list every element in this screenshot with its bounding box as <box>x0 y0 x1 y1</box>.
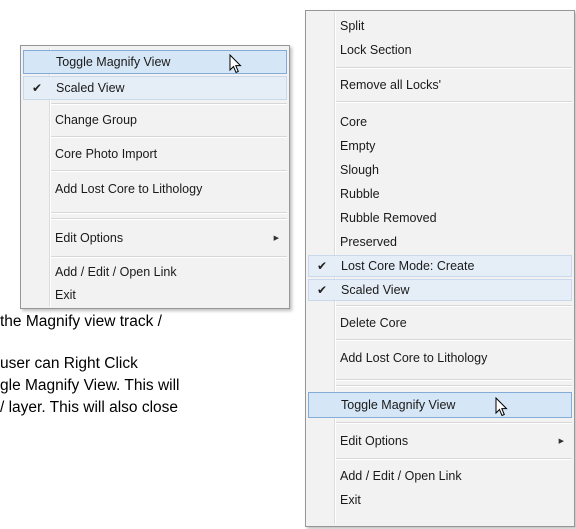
menu-item-label: Add / Edit / Open Link <box>340 469 462 483</box>
menu-separator <box>51 103 287 105</box>
menu-item-label: Exit <box>340 493 361 507</box>
menu-item-label: Rubble <box>340 187 380 201</box>
menu-item-exit[interactable]: Exit <box>308 489 572 511</box>
menu-item-label: Edit Options <box>340 434 409 448</box>
menu-separator <box>51 212 287 214</box>
menu-item-add-edit-open-link[interactable]: Add / Edit / Open Link <box>23 261 287 283</box>
menu-item-scaled-view[interactable]: ✔ Scaled View <box>23 76 287 100</box>
menu-separator <box>51 218 287 220</box>
menu-item-label: Preserved <box>340 235 397 249</box>
menu-item-add-edit-open-link[interactable]: Add / Edit / Open Link <box>308 465 572 487</box>
menu-item-label: Scaled View <box>341 283 410 297</box>
mouse-pointer-icon <box>229 54 242 74</box>
submenu-arrow-icon: ▶ <box>273 235 279 242</box>
menu-item-label: Delete Core <box>340 316 407 330</box>
menu-item-exit[interactable]: Exit <box>23 284 287 306</box>
menu-separator <box>336 339 572 341</box>
menu-item-label: Edit Options <box>55 231 124 245</box>
body-text-line-3: gle Magnify View. This will <box>0 377 180 394</box>
checkmark-icon: ✔ <box>317 283 328 297</box>
menu-item-rubble-removed[interactable]: Rubble Removed <box>308 207 572 229</box>
menu-item-empty[interactable]: Empty <box>308 135 572 157</box>
body-text-line-4: / layer. This will also close <box>0 399 179 416</box>
menu-item-toggle-magnify-view[interactable]: Toggle Magnify View <box>308 392 572 418</box>
body-text-line-1: the Magnify view track / <box>0 313 162 330</box>
menu-item-label: Rubble Removed <box>340 211 437 225</box>
menu-item-scaled-view[interactable]: ✔ Scaled View <box>308 279 572 301</box>
menu-item-label: Lost Core Mode: Create <box>341 259 475 273</box>
menu-item-label: Lock Section <box>340 43 412 57</box>
body-text-line-2: user can Right Click <box>0 355 138 372</box>
submenu-arrow-icon: ▶ <box>558 438 564 445</box>
menu-item-label: Slough <box>340 163 379 177</box>
menu-item-edit-options[interactable]: Edit Options ▶ <box>308 429 572 453</box>
menu-separator <box>336 422 572 424</box>
menu-item-label: Remove all Locks' <box>340 78 442 92</box>
menu-separator <box>51 136 287 138</box>
checkmark-icon: ✔ <box>32 81 43 95</box>
menu-item-label: Core Photo Import <box>55 147 158 161</box>
menu-item-delete-core[interactable]: Delete Core <box>308 311 572 335</box>
menu-item-label: Add / Edit / Open Link <box>55 265 177 279</box>
menu-item-edit-options[interactable]: Edit Options ▶ <box>23 226 287 250</box>
checkmark-icon: ✔ <box>317 259 328 273</box>
menu-item-remove-all-locks[interactable]: Remove all Locks' <box>308 73 572 97</box>
menu-separator <box>51 170 287 172</box>
menu-item-preserved[interactable]: Preserved <box>308 231 572 253</box>
menu-item-label: Toggle Magnify View <box>341 398 456 412</box>
menu-item-lock-section[interactable]: Lock Section <box>308 39 572 61</box>
context-menu-small: Toggle Magnify View ✔ Scaled View Change… <box>20 45 290 309</box>
menu-item-split[interactable]: Split <box>308 15 572 37</box>
menu-item-rubble[interactable]: Rubble <box>308 183 572 205</box>
menu-item-label: Add Lost Core to Lithology <box>340 351 488 365</box>
menu-separator <box>336 458 572 460</box>
menu-item-label: Exit <box>55 288 76 302</box>
menu-separator <box>336 385 572 387</box>
menu-separator <box>336 379 572 381</box>
menu-item-core-photo-import[interactable]: Core Photo Import <box>23 142 287 166</box>
menu-item-add-lost-core[interactable]: Add Lost Core to Lithology <box>23 177 287 201</box>
menu-separator <box>336 101 572 103</box>
menu-separator <box>336 305 572 307</box>
context-menu-large: Split Lock Section Remove all Locks' Cor… <box>305 10 575 527</box>
menu-item-label: Change Group <box>55 113 138 127</box>
mouse-pointer-icon <box>495 397 508 417</box>
menu-item-label: Empty <box>340 139 376 153</box>
menu-item-label: Core <box>340 115 368 129</box>
menu-item-label: Split <box>340 19 365 33</box>
menu-item-label: Scaled View <box>56 81 125 95</box>
menu-item-slough[interactable]: Slough <box>308 159 572 181</box>
menu-item-label: Add Lost Core to Lithology <box>55 182 203 196</box>
menu-separator <box>336 67 572 69</box>
menu-item-change-group[interactable]: Change Group <box>23 108 287 132</box>
menu-item-toggle-magnify-view[interactable]: Toggle Magnify View <box>23 50 287 74</box>
menu-item-lost-core-mode[interactable]: ✔ Lost Core Mode: Create <box>308 255 572 277</box>
menu-separator <box>51 256 287 258</box>
menu-item-label: Toggle Magnify View <box>56 55 171 69</box>
menu-item-add-lost-core[interactable]: Add Lost Core to Lithology <box>308 346 572 370</box>
menu-item-core[interactable]: Core <box>308 111 572 133</box>
